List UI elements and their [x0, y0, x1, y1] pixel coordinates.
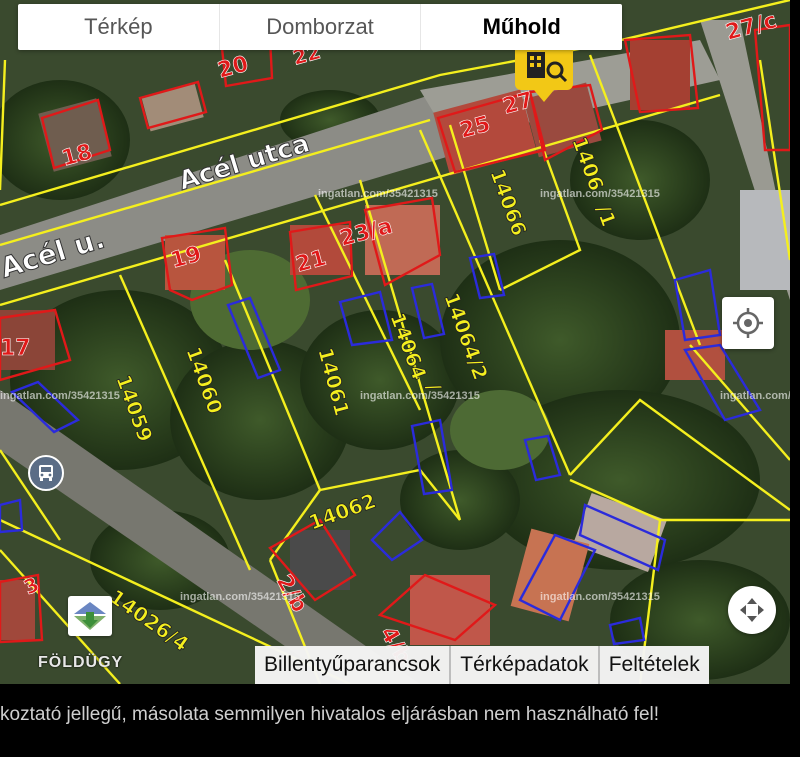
brand-logo: FÖLDÜGY — [38, 654, 124, 671]
fullscreen-icon — [740, 598, 764, 622]
fullscreen-button[interactable] — [728, 586, 776, 634]
map-type-control: Térkép Domborzat Műhold — [18, 4, 622, 50]
bus-stop-icon — [39, 465, 53, 481]
watermark: ingatlan.com/35421315 — [720, 390, 790, 402]
bus-stop[interactable] — [28, 455, 64, 491]
keyboard-shortcuts-link[interactable]: Billentyűparancsok — [255, 646, 452, 684]
disclaimer-text: koztató jellegű, másolata semmilyen hiva… — [0, 704, 660, 725]
watermark: ingatlan.com/35421315 — [180, 591, 300, 603]
terms-link[interactable]: Feltételek — [600, 646, 709, 684]
watermark: ingatlan.com/35421315 — [360, 390, 480, 402]
watermark: ingatlan.com/35421315 — [540, 591, 660, 603]
map-type-muhold-button[interactable]: Műhold — [421, 4, 622, 50]
house-number-17: 17 — [0, 336, 31, 361]
map-viewport[interactable]: 18 19 20 21 22 23/a 25 27 27/c 17 3 2/b … — [0, 0, 790, 684]
map-type-terkep-button[interactable]: Térkép — [18, 4, 220, 50]
watermark: ingatlan.com/35421315 — [540, 188, 660, 200]
street-view-button[interactable] — [68, 596, 112, 636]
map-type-domborzat-button[interactable]: Domborzat — [220, 4, 422, 50]
map-data-link[interactable]: Térképadatok — [451, 646, 600, 684]
locate-button[interactable] — [722, 297, 774, 349]
satellite-map[interactable]: 18 19 20 21 22 23/a 25 27 27/c 17 3 2/b … — [0, 0, 790, 684]
street-view-icon — [74, 602, 106, 630]
my-location-icon — [733, 308, 763, 338]
map-attribution-bar: Billentyűparancsok Térképadatok Feltétel… — [255, 646, 709, 684]
watermark: ingatlan.com/35421315 — [0, 390, 120, 402]
watermark: ingatlan.com/35421315 — [318, 188, 438, 200]
